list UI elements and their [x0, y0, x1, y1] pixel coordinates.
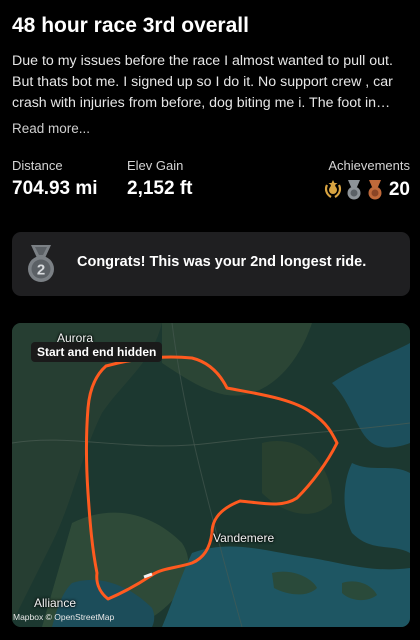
activity-description[interactable]: Due to my issues before the race I almos…: [12, 51, 412, 114]
gold-laurel-icon: [324, 180, 341, 198]
map-attribution[interactable]: Mapbox © OpenStreetMap: [13, 612, 114, 622]
achievements-label: Achievements: [328, 158, 410, 173]
activity-title: 48 hour race 3rd overall: [12, 14, 249, 37]
route-map[interactable]: Aurora Vandemere Alliance Start and end …: [12, 323, 410, 627]
privacy-badge: Start and end hidden: [31, 342, 163, 362]
elev-gain-label: Elev Gain: [127, 158, 184, 173]
elev-gain-value: 2,152 ft: [127, 178, 193, 199]
congrats-banner[interactable]: 2 Congrats! This was your 2nd longest ri…: [12, 232, 410, 296]
distance-label: Distance: [12, 158, 63, 173]
achievements-summary[interactable]: 20: [323, 178, 410, 202]
map-background: [12, 323, 410, 627]
achievements-count: 20: [388, 179, 410, 200]
medal-number: 2: [37, 262, 45, 279]
bronze-medal-icon: [368, 180, 382, 200]
silver-medal-icon: 2: [24, 244, 58, 284]
map-label-alliance: Alliance: [34, 596, 77, 610]
read-more-link[interactable]: Read more...: [12, 121, 90, 136]
silver-medal-icon: [347, 180, 361, 200]
distance-value: 704.93 mi: [12, 178, 98, 199]
congrats-message: Congrats! This was your 2nd longest ride…: [77, 254, 367, 270]
map-label-vandemere: Vandemere: [213, 531, 275, 545]
